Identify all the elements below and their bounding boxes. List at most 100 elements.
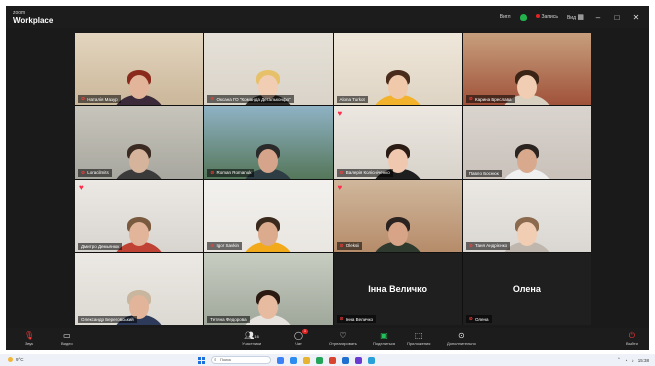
participant-name-label: Павло Боснюк	[465, 169, 502, 177]
leave-icon: ⏻	[628, 331, 636, 340]
heart-reaction-icon: ♡	[339, 331, 347, 340]
participant-tile[interactable]: ⊘ Карина Бреслава	[462, 33, 591, 106]
view-button[interactable]: Вигл	[500, 14, 511, 20]
participant-name: Тетяна Федорова	[210, 317, 247, 322]
participants-icon: 👥︎16	[244, 331, 259, 340]
apps-button[interactable]: ⬚ Приложения	[407, 330, 430, 346]
os-taskbar: 9°C ⌕ Поиск ⌃ ◔ ♪ 15:38	[0, 354, 655, 366]
participant-tile[interactable]: ⊘ Loracilmits	[75, 106, 204, 179]
participants-button[interactable]: 👥︎16 Участники	[242, 330, 261, 346]
participant-name-label: ⊘ Інна Величко	[336, 315, 377, 323]
title-bar: zoom Workplace Вигл Запись Вид ▦ – □ ✕	[6, 6, 649, 28]
participant-name: Таня Андрієнко	[474, 243, 508, 249]
participant-name-label: ⊘ Наталія Мазур	[78, 95, 121, 104]
participant-tile[interactable]: Alona Turkot	[333, 33, 462, 106]
tray-chevron-icon[interactable]: ⌃	[617, 357, 621, 363]
participant-tile[interactable]: ⊘ Оксана ГО "Команда Детальконфо"	[204, 33, 333, 106]
participant-video	[241, 216, 296, 252]
participant-name-label: ⊘ Таня Андрієнко	[465, 241, 511, 250]
participant-name-label: ⊘ Карина Бреслава	[465, 95, 515, 104]
participant-tile[interactable]: Павло Боснюк	[462, 106, 591, 179]
mic-off-icon: 🎙︎	[24, 331, 35, 340]
participant-tile[interactable]: Тетяна Федорова	[204, 252, 333, 325]
participant-name: Alona Turkot	[339, 97, 365, 103]
more-dots-icon: ⊙	[458, 331, 465, 340]
taskbar-app-icon[interactable]	[329, 356, 336, 364]
participants-label: Участники	[242, 341, 262, 346]
zoom-window: zoom Workplace Вигл Запись Вид ▦ – □ ✕ ⊘…	[6, 6, 649, 350]
participant-tile[interactable]: Олександр Береговський	[75, 252, 204, 325]
mic-muted-icon: ⊘	[339, 169, 344, 176]
volume-icon[interactable]: ♪	[631, 358, 633, 363]
taskbar-zoom-icon[interactable]	[290, 356, 297, 364]
apps-label: Приложения	[407, 341, 431, 346]
recording-indicator[interactable]: Запись	[535, 14, 558, 20]
participant-name: Оксана ГО "Команда Детальконфо"	[216, 96, 291, 102]
maximize-icon[interactable]: □	[612, 13, 622, 22]
share-screen-icon: ▣	[380, 331, 388, 340]
taskbar-app-icon[interactable]	[355, 356, 362, 364]
grid-view-icon: ▦	[577, 14, 584, 21]
video-button[interactable]: ▭ Видео	[61, 330, 73, 346]
clock[interactable]: 15:38	[638, 358, 649, 363]
participant-tile[interactable]: ⊘ Igor Savkin	[204, 179, 333, 252]
video-grid: ⊘ Наталія Мазур ⊘ Оксана ГО "Команда Деталь…	[75, 33, 591, 325]
participant-name: Карина Бреслава	[474, 96, 512, 102]
view-layout-button[interactable]: Вид ▦	[567, 13, 584, 21]
participant-name: Павло Боснюк	[468, 170, 499, 176]
participant-tile[interactable]: ⊘ Roman Romanuk	[204, 106, 333, 179]
heart-reaction-icon: ♥	[79, 182, 84, 192]
participant-name-label: ⊘ Oleksii	[336, 241, 363, 250]
share-label: Поделиться	[373, 341, 396, 346]
taskbar-folder-icon[interactable]	[303, 356, 310, 364]
taskbar-app-icon[interactable]	[368, 356, 375, 364]
windows-start-icon[interactable]	[198, 356, 205, 364]
participant-name: Олександр Береговський	[81, 317, 134, 322]
share-button[interactable]: ▣ Поделиться	[373, 330, 395, 346]
more-button[interactable]: ⊙ Дополнительно	[447, 330, 476, 346]
leave-button[interactable]: ⏻ Выйти	[626, 330, 638, 346]
participant-tile[interactable]: ♥ ⊘ Oleksii	[333, 179, 462, 252]
participant-tile[interactable]: ⊘ Таня Андрієнко	[462, 179, 591, 252]
weather-widget[interactable]: 9°C	[8, 357, 24, 362]
taskbar-word-icon[interactable]	[342, 356, 349, 364]
apps-icon: ⬚	[414, 331, 423, 340]
taskbar-chrome-icon[interactable]	[316, 356, 323, 364]
taskbar-search-input[interactable]: ⌕ Поиск	[211, 356, 271, 364]
security-shield-icon[interactable]	[519, 13, 527, 21]
minimize-icon[interactable]: –	[593, 13, 603, 22]
chat-bubble-icon: ◯ 1	[294, 329, 308, 340]
participant-name-label: ⊘ Igor Savkin	[207, 241, 242, 250]
close-icon[interactable]: ✕	[631, 13, 641, 22]
participant-tile[interactable]: Інна Величко ⊘ Інна Величко	[333, 252, 462, 325]
view-layout-label: Вид	[566, 15, 576, 21]
taskbar-app-icon[interactable]	[277, 356, 284, 364]
participant-tile[interactable]: Олена ⊘ Олена	[462, 252, 591, 325]
brand-large: Workplace	[13, 16, 54, 25]
participant-name: Дмитро Демьянюк	[81, 243, 120, 249]
mic-muted-icon: ⊘	[210, 242, 215, 249]
network-icon[interactable]: ◔	[625, 358, 628, 363]
participant-name: Наталія Мазур	[87, 96, 118, 102]
react-button[interactable]: ♡ Отреагировать	[329, 330, 357, 346]
mic-muted-icon: ⊘	[468, 316, 473, 322]
system-tray: ⌃ ◔ ♪ 15:38	[617, 357, 649, 363]
participant-name-label: ⊘ Roman Romanuk	[207, 168, 255, 177]
mute-button[interactable]: 🎙︎ Звук	[24, 330, 34, 346]
mic-muted-icon: ⊘	[210, 169, 215, 176]
participant-name-label: Дмитро Демьянюк	[78, 242, 123, 250]
participant-name: Інна Величко	[345, 316, 374, 322]
participant-name-label: Тетяна Федорова	[207, 316, 250, 323]
participant-tile[interactable]: ⊘ Наталія Мазур	[75, 33, 204, 106]
search-placeholder: Поиск	[220, 357, 232, 362]
zoom-logo: zoom Workplace	[13, 9, 53, 25]
participant-tile[interactable]: ♥ ⊘ Валерія Колісніченко	[333, 106, 462, 179]
weather-label: 9°C	[16, 357, 24, 362]
heart-reaction-icon: ♥	[337, 109, 343, 119]
heart-reaction-icon: ♥	[337, 182, 343, 192]
participant-tile[interactable]: ♥ Дмитро Демьянюк	[75, 179, 204, 252]
chat-button[interactable]: ◯ 1 Чат	[294, 329, 308, 346]
mic-muted-icon: ⊘	[210, 96, 215, 103]
participant-name: Валерія Колісніченко	[345, 170, 390, 175]
mic-muted-icon: ⊘	[339, 242, 344, 249]
